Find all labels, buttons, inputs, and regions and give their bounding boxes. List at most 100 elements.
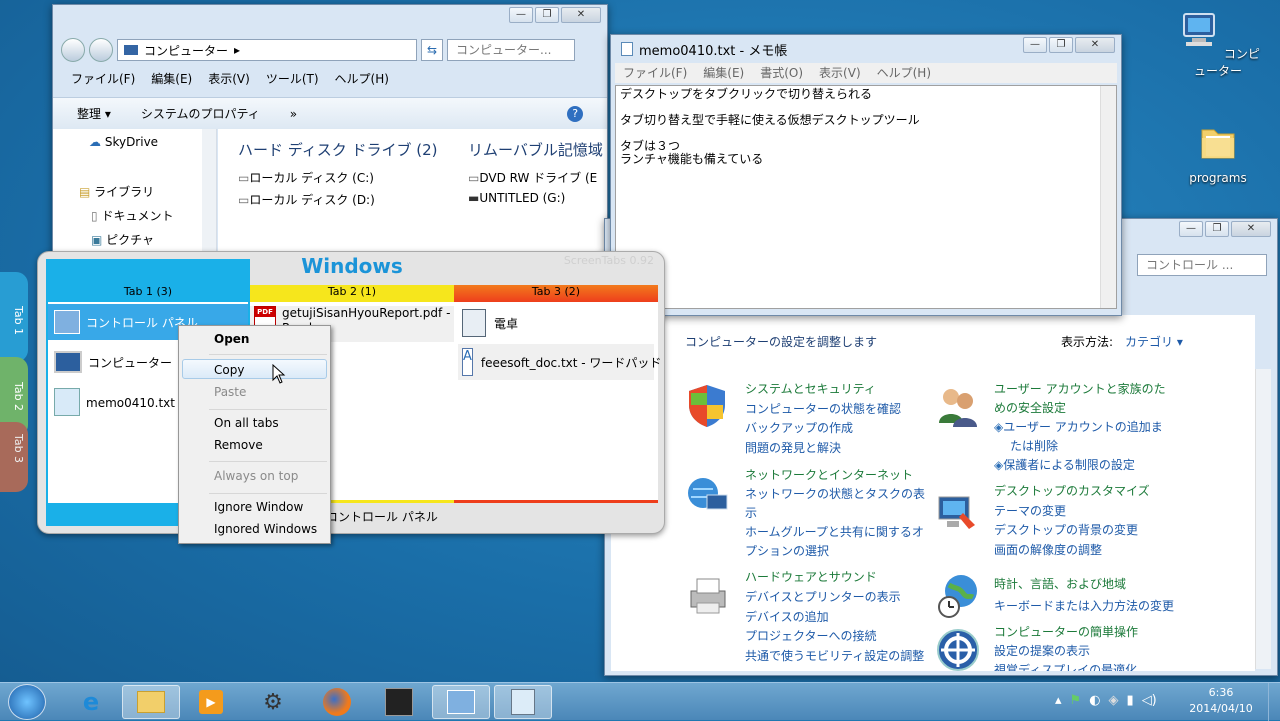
search-input[interactable]: コントロール ...	[1137, 254, 1267, 276]
tray-expand-icon[interactable]: ▴	[1055, 693, 1062, 708]
minimize-button[interactable]: —	[1179, 221, 1203, 237]
menu-view[interactable]: 表示(V)	[811, 63, 869, 83]
nav-item-documents[interactable]: ▯ ドキュメント	[91, 207, 173, 224]
category-link[interactable]: テーマの変更	[994, 502, 1150, 522]
category-link[interactable]: デバイスとプリンターの表示	[745, 588, 924, 608]
drive-label: ローカル ディスク (D:)	[249, 193, 375, 207]
menu-file[interactable]: ファイル(F)	[615, 63, 695, 83]
category-link[interactable]: 共通で使うモビリティ設定の調整	[745, 647, 924, 667]
menu-view[interactable]: 表示(V)	[200, 69, 258, 89]
action-center-icon[interactable]: ⚑	[1070, 693, 1082, 708]
drive-item[interactable]: ▭ローカル ディスク (C:)	[238, 169, 374, 186]
menu-format[interactable]: 書式(O)	[752, 63, 811, 83]
category-title[interactable]: ハードウェアとサウンド	[745, 568, 924, 588]
organize-button[interactable]: 整理 ▾	[77, 105, 111, 122]
minimize-button[interactable]: —	[1023, 37, 1047, 53]
close-button[interactable]: ✕	[1231, 221, 1271, 237]
nav-item-skydrive[interactable]: ☁ SkyDrive	[89, 135, 158, 149]
taskbar-notepad[interactable]	[494, 685, 552, 719]
search-input[interactable]: コンピューター...	[447, 39, 575, 61]
category-link[interactable]: 示	[745, 504, 925, 523]
category-link[interactable]: コンピューターの状態を確認	[745, 400, 901, 420]
maximize-button[interactable]: ❐	[1049, 37, 1073, 53]
category-link[interactable]: キーボードまたは入力方法の変更	[994, 595, 1174, 617]
category-title[interactable]: ユーザー アカウントと家族のた	[994, 380, 1166, 399]
category-title[interactable]: システムとセキュリティ	[745, 380, 901, 400]
category-title[interactable]: デスクトップのカスタマイズ	[994, 482, 1150, 502]
category-title[interactable]: コンピューターの簡単操作	[994, 623, 1138, 642]
minimize-button[interactable]: —	[509, 7, 533, 23]
scrollbar[interactable]	[1255, 369, 1271, 669]
menu-item-open[interactable]: Open	[214, 332, 249, 346]
taskbar-app[interactable]	[370, 685, 428, 719]
category-link[interactable]: ホームグループと共有に関するオ	[745, 523, 925, 542]
window-item[interactable]: 電卓	[458, 306, 654, 340]
category-link[interactable]: 問題の発見と解決	[745, 439, 901, 459]
start-button[interactable]	[8, 684, 46, 720]
system-properties-button[interactable]: システムのプロパティ	[141, 105, 260, 122]
category-link[interactable]: 設定の提案の表示	[994, 642, 1138, 661]
category-link[interactable]: バックアップの作成	[745, 419, 901, 439]
category-title-cont[interactable]: めの安全設定	[994, 399, 1166, 418]
category-link[interactable]: プロジェクターへの接続	[745, 627, 924, 647]
text-area[interactable]: デスクトップをタブクリックで切り替えられる タブ切り替え型で手軽に使える仮想デス…	[615, 85, 1117, 309]
menu-edit[interactable]: 編集(E)	[695, 63, 752, 83]
view-dropdown[interactable]: カテゴリ ▾	[1125, 333, 1183, 350]
drive-item[interactable]: ▭ローカル ディスク (D:)	[238, 191, 375, 208]
desktop-icon-programs[interactable]: programs	[1173, 120, 1263, 185]
menu-item-ignore-window[interactable]: Ignore Window	[214, 500, 303, 514]
nav-item-libraries[interactable]: ▤ ライブラリ	[79, 183, 154, 200]
category-link[interactable]: デスクトップの背景の変更	[994, 521, 1150, 541]
menu-file[interactable]: ファイル(F)	[63, 69, 143, 89]
menu-help[interactable]: ヘルプ(H)	[327, 69, 397, 89]
category-link[interactable]: 画面の解像度の調整	[994, 541, 1150, 561]
category-link[interactable]: デバイスの追加	[745, 608, 924, 628]
menu-item-paste[interactable]: Paste	[214, 385, 246, 399]
nav-item-pictures[interactable]: ▣ ピクチャ	[91, 231, 154, 248]
menu-tools[interactable]: ツール(T)	[258, 69, 327, 89]
show-desktop-button[interactable]	[1268, 683, 1280, 721]
category-link[interactable]: プションの選択	[745, 542, 925, 561]
tray-app-icon[interactable]: ◐	[1089, 693, 1100, 708]
category-title[interactable]: ネットワークとインターネット	[745, 466, 925, 485]
menu-item-always-on-top[interactable]: Always on top	[214, 469, 298, 483]
menu-item-copy[interactable]: Copy	[214, 363, 244, 377]
taskbar-explorer[interactable]	[122, 685, 180, 719]
taskbar-control-panel[interactable]	[432, 685, 490, 719]
menu-edit[interactable]: 編集(E)	[143, 69, 200, 89]
category-link[interactable]: 視覚ディスプレイの最適化	[994, 661, 1138, 671]
help-icon[interactable]: ?	[567, 105, 584, 122]
taskbar-media[interactable]: ▶	[182, 685, 240, 719]
maximize-button[interactable]: ❐	[535, 7, 559, 23]
tray-security-icon[interactable]: ◈	[1109, 693, 1119, 708]
close-button[interactable]: ✕	[1075, 37, 1115, 53]
menu-help[interactable]: ヘルプ(H)	[869, 63, 939, 83]
volume-icon[interactable]: ◁)	[1142, 693, 1157, 708]
menu-item-ignored-windows[interactable]: Ignored Windows	[214, 522, 317, 536]
clock[interactable]: 6:36 2014/04/10	[1180, 685, 1262, 717]
network-signal-icon[interactable]: ▮	[1127, 693, 1134, 708]
category-link[interactable]: ◈ユーザー アカウントの追加ま	[994, 418, 1166, 437]
category-title[interactable]: 時計、言語、および地域	[994, 573, 1174, 595]
category-link[interactable]: ネットワークの状態とタスクの表	[745, 485, 925, 504]
refresh-button[interactable]: ⇆	[421, 39, 443, 61]
menu-item-remove[interactable]: Remove	[214, 438, 263, 452]
maximize-button[interactable]: ❐	[1205, 221, 1229, 237]
menu-item-on-all-tabs[interactable]: On all tabs	[214, 416, 279, 430]
window-item[interactable]: A feeesoft_doc.txt - ワードパッド	[458, 344, 661, 380]
category-link[interactable]: ◈保護者による制限の設定	[994, 456, 1166, 475]
more-button[interactable]: »	[290, 107, 297, 121]
drive-item[interactable]: ▬UNTITLED (G:)	[468, 191, 565, 205]
taskbar-firefox[interactable]	[308, 685, 366, 719]
close-button[interactable]: ✕	[561, 7, 601, 23]
scrollbar[interactable]	[1100, 86, 1116, 308]
desktop-icon-computer[interactable]: コンピューター	[1173, 10, 1263, 79]
category-link[interactable]: たは削除	[994, 437, 1166, 456]
forward-button[interactable]	[89, 38, 113, 62]
taskbar-settings[interactable]: ⚙	[244, 685, 302, 719]
drive-item[interactable]: ▭DVD RW ドライブ (E	[468, 169, 597, 186]
back-button[interactable]	[61, 38, 85, 62]
system-tray: ▴ ⚑ ◐ ◈ ▮ ◁)	[1055, 693, 1157, 708]
taskbar-ie[interactable]: e	[62, 685, 120, 719]
address-bar[interactable]: コンピューター ▸	[117, 39, 417, 61]
